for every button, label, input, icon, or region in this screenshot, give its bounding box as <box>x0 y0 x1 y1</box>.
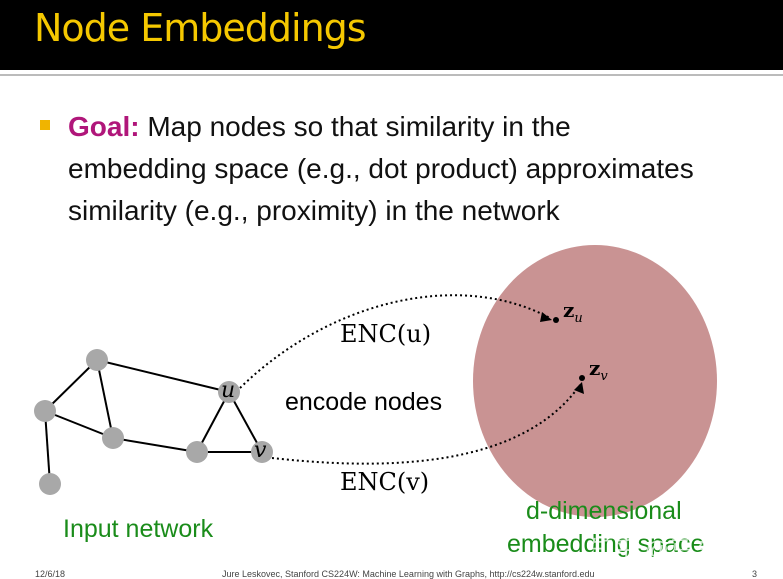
node <box>34 400 56 422</box>
footer-credit: Jure Leskovec, Stanford CS224W: Machine … <box>222 569 595 579</box>
node <box>39 473 61 495</box>
node <box>86 349 108 371</box>
zu-label: zu <box>563 298 583 326</box>
label-v: v <box>254 438 267 463</box>
node <box>102 427 124 449</box>
graph-nodes <box>34 349 273 495</box>
enc-v-label: ENC(v) <box>340 468 430 496</box>
point-zv <box>579 375 585 381</box>
footer-date: 12/6/18 <box>35 569 66 579</box>
zu-z: z <box>563 298 575 322</box>
point-zu <box>553 317 559 323</box>
edge <box>96 359 114 439</box>
input-network-label: Input network <box>63 515 214 543</box>
zv-z: z <box>589 356 601 380</box>
space-label-1: d-dimensional <box>526 497 682 525</box>
zu-sub: u <box>574 311 583 326</box>
zv-sub: v <box>600 369 608 384</box>
watermark: 知乎 @马东什么 <box>590 537 766 564</box>
edge <box>112 437 198 453</box>
node <box>186 441 208 463</box>
enc-u-label: ENC(u) <box>340 320 432 348</box>
encode-nodes-label: encode nodes <box>285 388 443 416</box>
edge <box>96 359 230 393</box>
label-u: u <box>221 378 236 403</box>
footer-page: 3 <box>752 569 758 579</box>
zv-label: zv <box>589 356 608 384</box>
